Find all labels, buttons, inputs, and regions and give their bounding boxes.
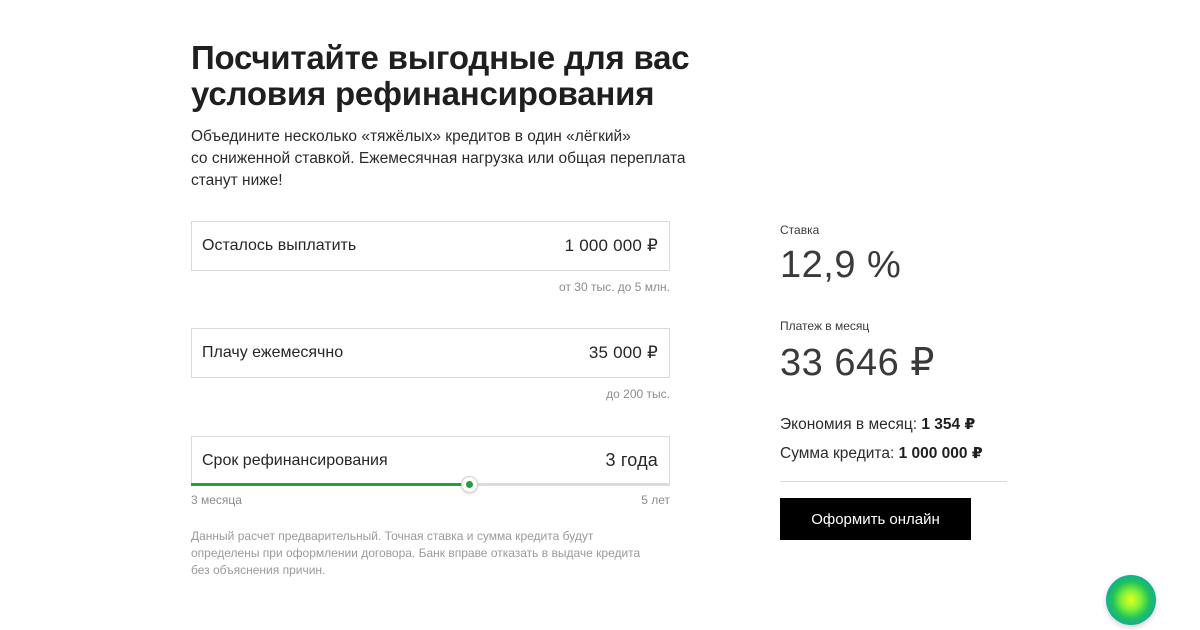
term-slider-fill — [191, 483, 469, 486]
monthly-payment-value[interactable]: 35 000 ₽ — [589, 343, 658, 363]
page-title-line-1: Посчитайте выгодные для вас — [191, 39, 690, 76]
payment-label: Платеж в месяц — [780, 319, 870, 333]
disclaimer-line-2: определены при оформлении договора. Банк… — [191, 546, 641, 560]
rate-value: 12,9 % — [780, 244, 902, 286]
term-slider[interactable] — [191, 477, 670, 492]
remaining-amount-hint: от 30 тыс. до 5 млн. — [559, 280, 670, 294]
monthly-payment-label: Плачу ежемесячно — [202, 344, 344, 361]
assistant-orb-icon[interactable] — [1106, 575, 1156, 625]
page-subtitle-line-3: станут ниже! — [191, 172, 283, 189]
monthly-payment-hint: до 200 тыс. — [606, 387, 670, 401]
loan-amount-line: Сумма кредита: 1 000 000 ₽ — [780, 444, 983, 463]
term-min-label: 3 месяца — [191, 493, 242, 507]
payment-value: 33 646 ₽ — [780, 342, 935, 384]
page-title-line-2: условия рефинансирования — [191, 75, 655, 112]
remaining-amount-value[interactable]: 1 000 000 ₽ — [565, 236, 658, 256]
savings-value: 1 354 ₽ — [921, 416, 976, 433]
page-subtitle-line-2: со сниженной ставкой. Ежемесячная нагруз… — [191, 150, 686, 167]
loan-amount-label: Сумма кредита: — [780, 445, 895, 462]
term-slider-thumb[interactable] — [461, 477, 477, 492]
term-field[interactable]: Срок рефинансирования 3 года — [191, 436, 670, 484]
loan-amount-value: 1 000 000 ₽ — [898, 445, 983, 462]
disclaimer-line-3: без объяснения причин. — [191, 563, 326, 577]
term-value[interactable]: 3 года — [605, 450, 658, 471]
disclaimer-line-1: Данный расчет предварительный. Точная ст… — [191, 529, 594, 543]
page-title: Посчитайте выгодные для вас условия рефи… — [191, 40, 751, 112]
monthly-payment-field[interactable]: Плачу ежемесячно 35 000 ₽ — [191, 328, 670, 378]
remaining-amount-field[interactable]: Осталось выплатить 1 000 000 ₽ — [191, 221, 670, 271]
savings-label: Экономия в месяц: — [780, 416, 918, 433]
results-divider — [780, 481, 1007, 482]
apply-online-button[interactable]: Оформить онлайн — [780, 498, 971, 540]
disclaimer: Данный расчет предварительный. Точная ст… — [191, 528, 671, 579]
page-subtitle-line-1: Объедините несколько «тяжёлых» кредитов … — [191, 128, 631, 145]
rate-label: Ставка — [780, 223, 820, 237]
savings-line: Экономия в месяц: 1 354 ₽ — [780, 415, 975, 434]
page-subtitle: Объедините несколько «тяжёлых» кредитов … — [191, 126, 691, 192]
remaining-amount-label: Осталось выплатить — [202, 237, 357, 254]
term-max-label: 5 лет — [641, 493, 670, 507]
term-label: Срок рефинансирования — [202, 451, 388, 469]
